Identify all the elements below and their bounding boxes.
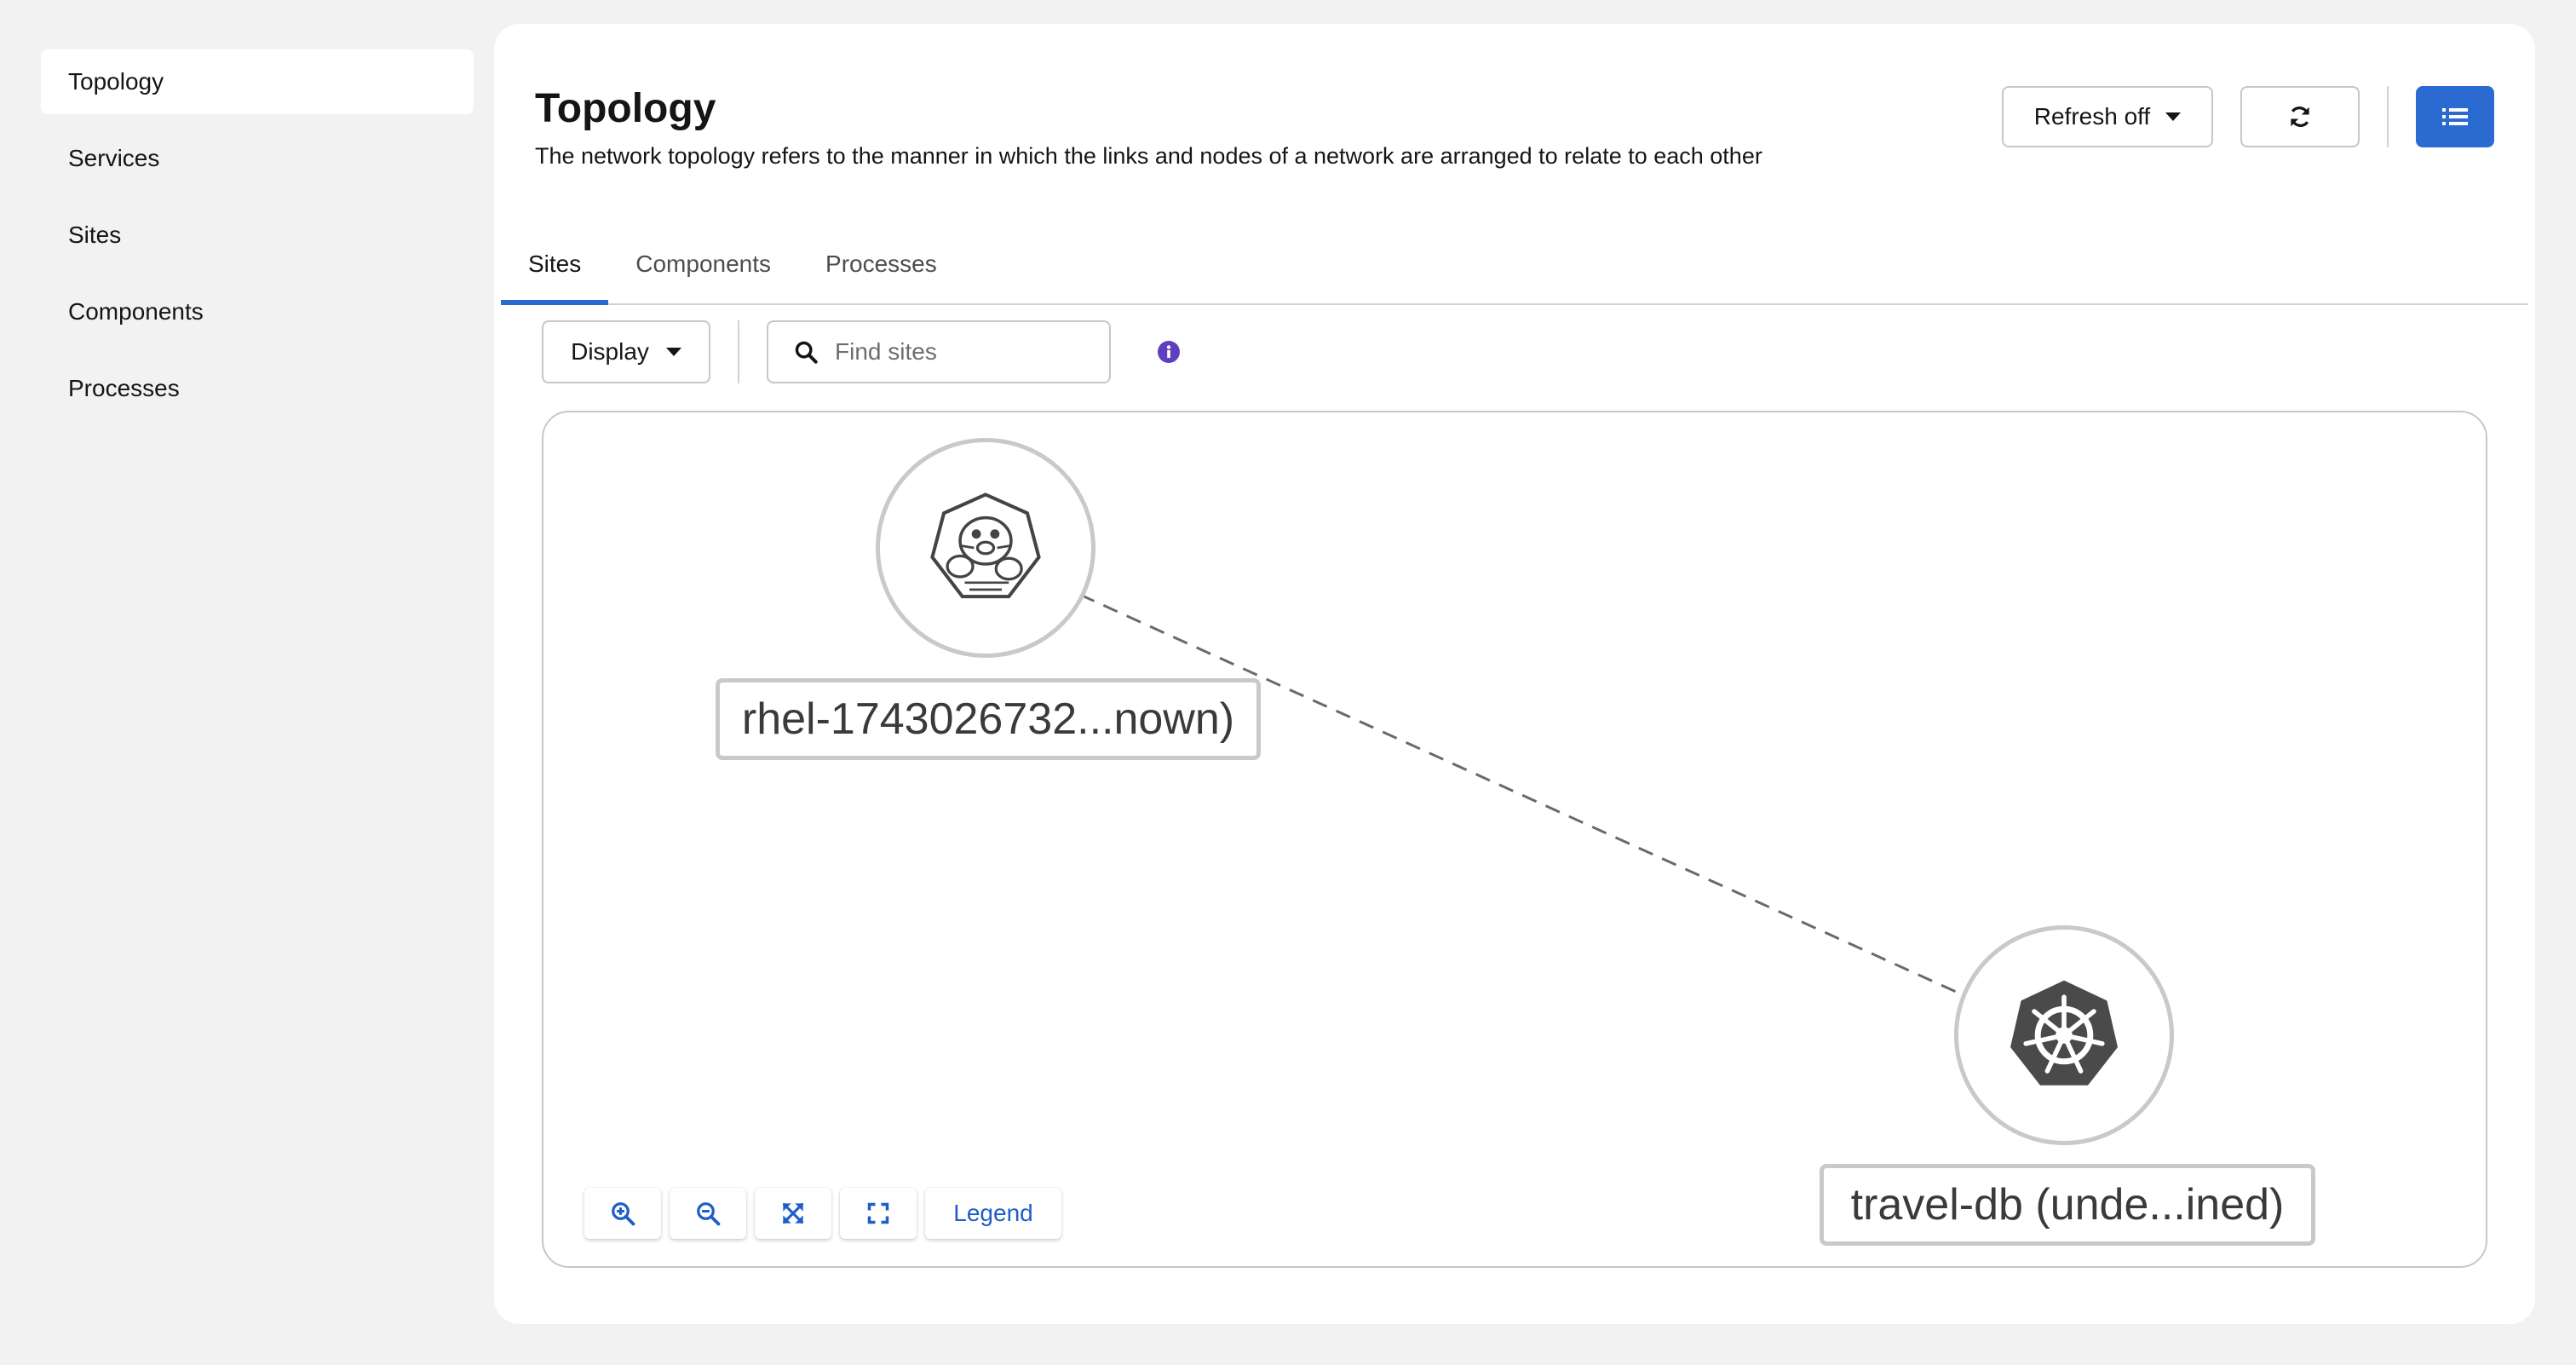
topology-canvas[interactable]: rhel-1743026732...nown) travel-db (unde.…: [542, 411, 2487, 1268]
display-select-label: Display: [571, 338, 649, 365]
tab-sites[interactable]: Sites: [501, 222, 609, 305]
sidebar-item-processes[interactable]: Processes: [41, 356, 474, 421]
display-select[interactable]: Display: [542, 320, 710, 383]
reset-view-button[interactable]: [840, 1188, 917, 1239]
sidebar-item-sites[interactable]: Sites: [41, 203, 474, 268]
view-tabs: Sites Components Processes: [501, 222, 2528, 305]
refresh-button[interactable]: [2240, 86, 2360, 147]
topology-controls: Legend: [584, 1188, 1070, 1239]
expand-arrows-icon: [782, 1202, 804, 1224]
header-divider: [2387, 86, 2389, 147]
page-description: The network topology refers to the manne…: [535, 143, 1762, 169]
topology-edges: [1079, 593, 2010, 1017]
caret-down-icon: [665, 348, 681, 356]
topology-node-label[interactable]: rhel-1743026732...nown): [716, 678, 1261, 760]
topology-node-rhel[interactable]: [876, 438, 1095, 658]
toolbar-divider: [738, 320, 739, 383]
topology-node-label[interactable]: travel-db (unde...ined): [1820, 1164, 2315, 1246]
list-icon: [2442, 108, 2468, 125]
legend-button[interactable]: Legend: [925, 1188, 1061, 1239]
search-input[interactable]: [833, 337, 1092, 366]
sidebar-item-topology[interactable]: Topology: [41, 49, 474, 114]
podman-seal-icon: [930, 492, 1041, 599]
fit-to-screen-button[interactable]: [755, 1188, 831, 1239]
search-field: [767, 320, 1111, 383]
zoom-out-button[interactable]: [670, 1188, 746, 1239]
refresh-interval-select[interactable]: Refresh off: [2002, 86, 2213, 147]
search-icon: [795, 341, 818, 364]
sync-icon: [2291, 107, 2309, 127]
sidebar-item-components[interactable]: Components: [41, 279, 474, 344]
zoom-out-icon: [697, 1202, 721, 1226]
header-actions: Refresh off: [2002, 85, 2494, 148]
fullscreen-icon: [867, 1202, 889, 1224]
topology-edge: [1079, 593, 2010, 1017]
sidebar-item-services[interactable]: Services: [41, 126, 474, 191]
main-panel: Topology The network topology refers to …: [494, 24, 2535, 1324]
refresh-interval-label: Refresh off: [2033, 103, 2151, 130]
zoom-in-button[interactable]: [584, 1188, 661, 1239]
caret-down-icon: [2165, 112, 2182, 121]
tab-processes[interactable]: Processes: [798, 222, 964, 303]
zoom-in-icon: [612, 1202, 635, 1226]
tab-components[interactable]: Components: [608, 222, 798, 303]
sidebar: Topology Services Sites Components Proce…: [41, 49, 474, 433]
kubernetes-icon: [2010, 980, 2118, 1086]
info-icon[interactable]: [1157, 340, 1181, 364]
list-view-button[interactable]: [2416, 86, 2494, 147]
page-title: Topology: [535, 86, 716, 131]
topology-node-travel-db[interactable]: [1954, 925, 2174, 1145]
